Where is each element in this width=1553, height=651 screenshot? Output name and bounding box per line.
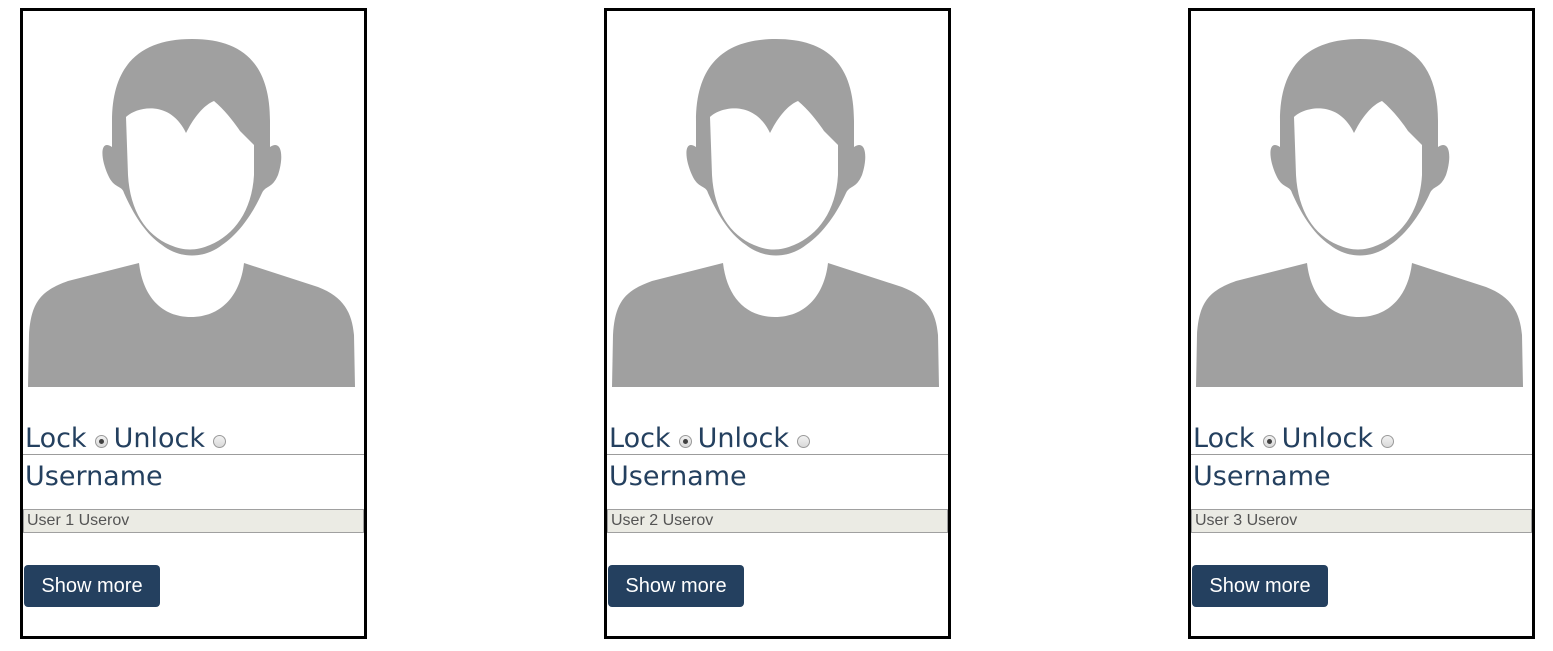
username-field[interactable] <box>1191 509 1532 533</box>
lock-label: Lock <box>609 422 671 454</box>
lock-radio[interactable] <box>678 434 692 448</box>
user-avatar-icon <box>28 39 355 387</box>
user-card: Lock Unlock Username Show more <box>1188 8 1535 639</box>
user-card: Lock Unlock Username Show more <box>20 8 367 639</box>
user-card: Lock Unlock Username Show more <box>604 8 951 639</box>
username-label: Username <box>1193 461 1331 492</box>
unlock-label: Unlock <box>1281 422 1373 454</box>
show-more-button[interactable]: Show more <box>24 565 160 607</box>
show-more-button[interactable]: Show more <box>1192 565 1328 607</box>
unlock-label: Unlock <box>697 422 789 454</box>
username-field[interactable] <box>23 509 364 533</box>
lock-label: Lock <box>1193 422 1255 454</box>
username-label: Username <box>609 461 747 492</box>
user-avatar-icon <box>612 39 939 387</box>
user-avatar-icon <box>1196 39 1523 387</box>
unlock-radio[interactable] <box>212 434 226 448</box>
unlock-label: Unlock <box>113 422 205 454</box>
unlock-radio[interactable] <box>796 434 810 448</box>
lock-radio[interactable] <box>94 434 108 448</box>
divider <box>1191 454 1532 455</box>
divider <box>23 454 364 455</box>
lock-toggle-row: Lock Unlock <box>1193 419 1532 457</box>
username-label: Username <box>25 461 163 492</box>
username-field[interactable] <box>607 509 948 533</box>
lock-radio[interactable] <box>1262 434 1276 448</box>
lock-toggle-row: Lock Unlock <box>609 419 948 457</box>
show-more-button[interactable]: Show more <box>608 565 744 607</box>
divider <box>607 454 948 455</box>
lock-toggle-row: Lock Unlock <box>25 419 364 457</box>
lock-label: Lock <box>25 422 87 454</box>
unlock-radio[interactable] <box>1380 434 1394 448</box>
